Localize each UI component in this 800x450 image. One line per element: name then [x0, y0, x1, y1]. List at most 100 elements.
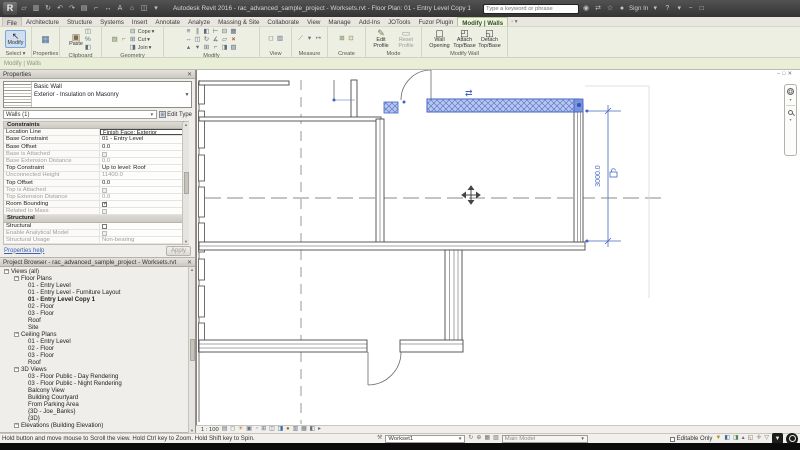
join-ends-icon[interactable]: ⊞	[203, 44, 211, 52]
tab-architecture[interactable]: Architecture	[22, 17, 63, 26]
join-button[interactable]: ◨ Join ▾	[129, 44, 155, 52]
tab-jotools[interactable]: JOTools	[384, 17, 414, 26]
tab-analyze[interactable]: Analyze	[184, 17, 214, 26]
reset-profile-button[interactable]: ▭ Reset Profile	[394, 28, 418, 50]
detach-top-base-button[interactable]: ◱ Detach Top/Base	[478, 28, 502, 50]
edit-type-button[interactable]: ⊞ Edit Type	[159, 111, 192, 118]
avatar-icon[interactable]: ●	[617, 1, 627, 16]
temporary-dimension-value[interactable]: 3000.0	[595, 165, 602, 187]
section-structural[interactable]: Structural⌃	[4, 215, 189, 223]
constraints-icon[interactable]: ▸	[318, 426, 321, 433]
open-icon[interactable]: ▱	[19, 1, 29, 16]
revit-logo-icon[interactable]: R	[3, 2, 17, 15]
delete-icon[interactable]: ×	[230, 36, 238, 44]
restore-button[interactable]: □	[697, 1, 706, 16]
section-icon[interactable]: ◫	[139, 1, 149, 16]
split-icon[interactable]: ⊟	[221, 28, 229, 36]
dimension-tool-icon[interactable]: ↦	[315, 35, 323, 43]
plan-walls[interactable]	[198, 79, 586, 353]
create-similar-icon[interactable]: ⊡	[347, 35, 355, 43]
checkbox-icon[interactable]	[669, 436, 675, 442]
help-icon[interactable]: ?	[662, 1, 672, 16]
property-row[interactable]: Base Offset 0.0	[4, 143, 189, 151]
split-face-icon[interactable]: ◨	[221, 44, 229, 52]
cut-geometry-button[interactable]: ⊞ Cut ▾	[129, 36, 155, 44]
copy-modify-icon[interactable]: ◫	[194, 36, 202, 44]
browser-group-3d-views[interactable]: 3D Views	[0, 366, 195, 373]
section-constraints[interactable]: Constraints⌃	[4, 122, 189, 130]
active-workset-combo[interactable]: Workset1 ▼	[385, 434, 466, 443]
properties-header[interactable]: Properties ✕	[0, 70, 195, 79]
search-icon[interactable]: ◉	[581, 1, 591, 16]
paint-modify-icon[interactable]: ▧	[230, 44, 238, 52]
hide-icon[interactable]: ◻	[267, 35, 275, 43]
3d-view-icon[interactable]: ⌂	[127, 1, 137, 16]
view-minimize-icon[interactable]: −	[777, 71, 780, 78]
mirror-icon[interactable]: ◧	[203, 28, 211, 36]
copy-icon[interactable]: ◫	[84, 28, 92, 36]
visual-style-icon[interactable]: ◻	[230, 426, 235, 433]
exclude-options-icon[interactable]: ▼	[715, 434, 721, 443]
workset-gray-icon[interactable]: ⊕	[476, 434, 481, 443]
chevron-down-icon[interactable]: ▼	[183, 82, 191, 107]
browser-view-item[interactable]: 01 - Entry Level - Furniture Layout	[0, 289, 195, 296]
selection-filter-icon[interactable]: ▽	[764, 434, 769, 443]
west-wall[interactable]	[198, 80, 205, 422]
browser-view-item[interactable]: 02 - Floor	[0, 345, 195, 352]
analytical-model-icon[interactable]: ◧	[310, 426, 315, 433]
tab-structure[interactable]: Structure	[63, 17, 96, 26]
browser-view-item[interactable]: {3D - Joe_Banks}	[0, 408, 195, 415]
checkbox-checked-icon[interactable]	[102, 201, 108, 207]
collapse-icon[interactable]	[14, 276, 19, 281]
modify-tool-button[interactable]: ↖ Modify	[4, 30, 27, 48]
rendering-icon[interactable]: ◔	[255, 426, 259, 433]
property-row[interactable]: Structural	[4, 222, 189, 230]
qat-dropdown-icon[interactable]: ▾	[151, 1, 161, 16]
text-icon[interactable]: A	[115, 1, 125, 16]
align-icon[interactable]: ≡	[185, 28, 193, 36]
measure-icon[interactable]: ⌐	[91, 1, 101, 16]
property-row[interactable]: Top Constraint Up to level: Roof	[4, 165, 189, 173]
extend-icon[interactable]: ⊢	[212, 28, 220, 36]
browser-view-item[interactable]: 03 - Floor Public - Day Rendering	[0, 373, 195, 380]
property-row[interactable]: Base Constraint 01 - Entry Level	[4, 136, 189, 144]
browser-view-item[interactable]: Building Courtyard	[0, 394, 195, 401]
dimension-icon[interactable]: ↔	[103, 1, 113, 16]
zoom-icon[interactable]	[788, 110, 793, 115]
save-icon[interactable]: ▥	[31, 1, 41, 16]
browser-view-item[interactable]: Roof	[0, 359, 195, 366]
wall-flip-icon[interactable]: ⇄	[465, 88, 473, 98]
drag-on-selection-icon[interactable]: ✛	[756, 434, 761, 443]
checkbox-icon[interactable]	[102, 223, 107, 229]
unpin-icon[interactable]: ▾	[194, 44, 202, 52]
door-top[interactable]	[400, 69, 432, 101]
tab-annotate[interactable]: Annotate	[151, 17, 184, 26]
attach-top-base-button[interactable]: ◰ Attach Top/Base	[453, 28, 477, 50]
collapse-icon[interactable]	[14, 332, 19, 337]
apply-button[interactable]: Apply	[165, 245, 191, 256]
tab-insert[interactable]: Insert	[128, 17, 151, 26]
edit-profile-button[interactable]: ✎ Edit Profile	[369, 28, 393, 50]
ribbon-state-dropdown-icon[interactable]: ◦ ▾	[508, 17, 517, 26]
property-row[interactable]: Top Offset 0.0	[4, 179, 189, 187]
pin-icon[interactable]: ▴	[185, 44, 193, 52]
browser-group-ceiling-plans[interactable]: Ceiling Plans	[0, 331, 195, 338]
browser-view-item[interactable]: Roof	[0, 317, 195, 324]
properties-scrollbar[interactable]: ▲ ▼	[182, 122, 189, 245]
close-icon[interactable]: ✕	[187, 259, 192, 266]
editable-only-checkbox[interactable]: Editable Only	[669, 436, 712, 442]
tab-view[interactable]: View	[303, 17, 324, 26]
view-scale[interactable]: 1 : 100	[201, 427, 219, 433]
door-bottom[interactable]	[367, 351, 402, 386]
offset-icon[interactable]: ∥	[194, 28, 202, 36]
minimize-button[interactable]: −	[686, 1, 695, 16]
temporary-dimension[interactable]	[585, 105, 621, 247]
tab-add-ins[interactable]: Add-Ins	[355, 17, 384, 26]
tab-collaborate[interactable]: Collaborate	[263, 17, 303, 26]
browser-scrollbar[interactable]: ▲ ▼	[188, 267, 195, 433]
browser-view-item[interactable]: From Parking Area	[0, 401, 195, 408]
select-pinned-icon[interactable]: ▴	[742, 434, 745, 443]
browser-view-item[interactable]: 01 - Entry Level	[0, 338, 195, 345]
help-dropdown-icon[interactable]: ▾	[674, 1, 684, 16]
tab-massing-site[interactable]: Massing & Site	[214, 17, 263, 26]
